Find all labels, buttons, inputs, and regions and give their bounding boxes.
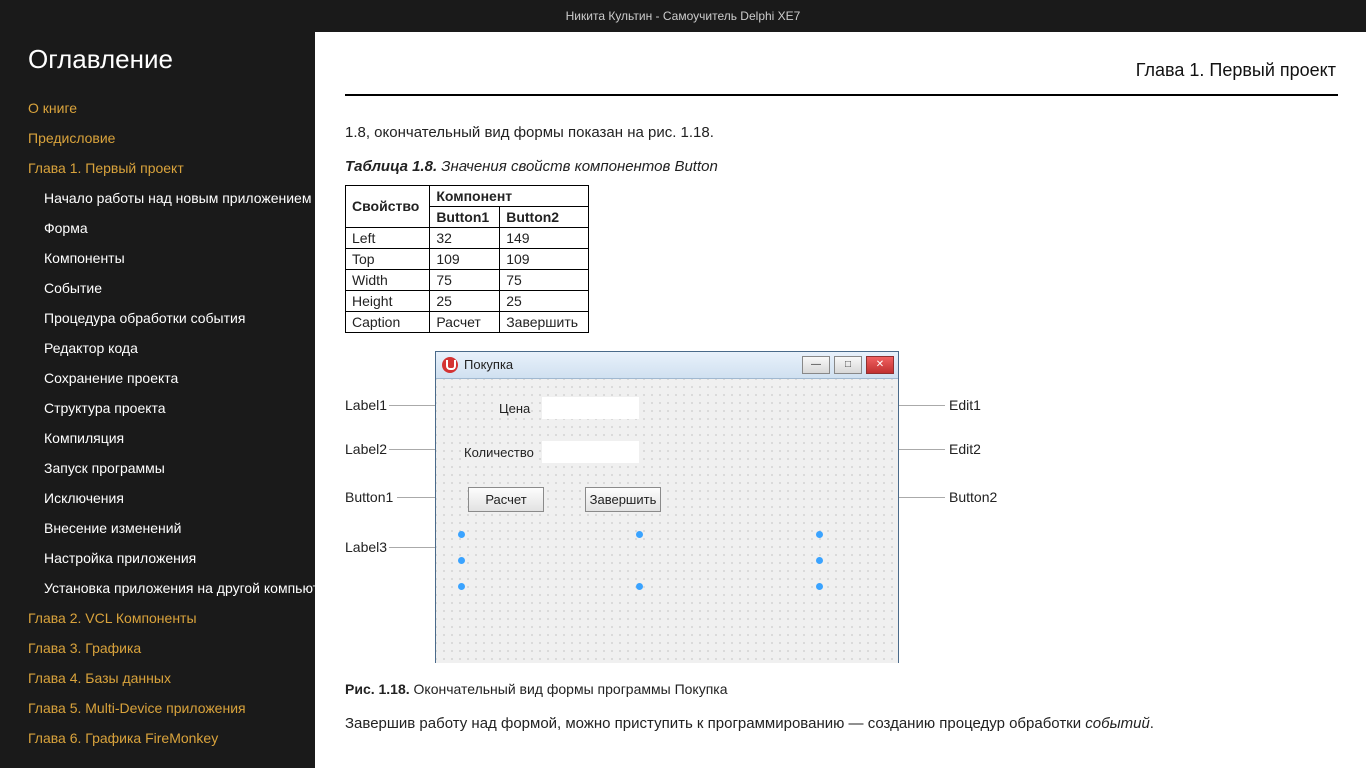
form-title: Покупка — [464, 357, 802, 372]
table-row: Height 25 25 — [346, 290, 589, 311]
th-button1: Button1 — [430, 206, 500, 227]
toc-sub-install[interactable]: Установка приложения на другой компьютер — [0, 573, 315, 603]
intro-paragraph: После того как на форму будут добавлены … — [345, 124, 1326, 144]
selection-handle — [458, 557, 465, 564]
toc-item-preface[interactable]: Предисловие — [0, 123, 315, 153]
toc-sub-editor[interactable]: Редактор кода — [0, 333, 315, 363]
toc-sub-exceptions[interactable]: Исключения — [0, 483, 315, 513]
toc-sub-run[interactable]: Запуск программы — [0, 453, 315, 483]
annot-label3: Label3 — [345, 539, 387, 555]
toc-sub-compile[interactable]: Компиляция — [0, 423, 315, 453]
selection-handle — [816, 583, 823, 590]
table-row: Top 109 109 — [346, 248, 589, 269]
properties-table: Свойство Компонент Button1 Button2 Left … — [345, 185, 589, 333]
annot-label2: Label2 — [345, 441, 387, 457]
cell: Top — [346, 248, 430, 269]
table-row: Width 75 75 — [346, 269, 589, 290]
outro-text-em: событий — [1085, 715, 1150, 732]
toc-sub-form[interactable]: Форма — [0, 213, 315, 243]
cell: 75 — [430, 269, 500, 290]
th-component: Компонент — [430, 185, 589, 206]
toc-item-ch6[interactable]: Глава 6. Графика FireMonkey — [0, 723, 315, 753]
header-divider — [345, 94, 1338, 96]
toc-sub-handler[interactable]: Процедура обработки события — [0, 303, 315, 333]
table-caption-number: Таблица 1.8. — [345, 158, 437, 175]
annot-edit2: Edit2 — [949, 441, 981, 457]
annot-label1: Label1 — [345, 397, 387, 413]
form-label-quantity: Количество — [464, 445, 534, 460]
toc-item-about[interactable]: О книге — [0, 93, 315, 123]
cell: 149 — [500, 227, 589, 248]
table-caption: Таблица 1.8. Значения свойств компоненто… — [345, 158, 1366, 175]
delphi-form-window: Покупка — □ ✕ Цена Количество Расчет — [435, 351, 899, 663]
form-label-price: Цена — [499, 401, 530, 416]
toc-item-ch5[interactable]: Глава 5. Multi-Device приложения — [0, 693, 315, 723]
page-body: После того как на форму будут добавлены … — [345, 124, 1366, 768]
annot-button2: Button2 — [949, 489, 997, 505]
selection-handle — [458, 531, 465, 538]
cell: Расчет — [430, 311, 500, 332]
form-titlebar: Покупка — □ ✕ — [436, 352, 898, 379]
cell: 25 — [430, 290, 500, 311]
cell: 109 — [500, 248, 589, 269]
selection-handle — [636, 531, 643, 538]
toc-sidebar: Оглавление О книге Предисловие Глава 1. … — [0, 32, 315, 768]
cell: 75 — [500, 269, 589, 290]
figure-1-18: Label1 Label2 Button1 Label3 Edit1 Edit2… — [345, 351, 1005, 671]
chapter-header: Глава 1. Первый проект — [1136, 60, 1336, 81]
toc-sub-components[interactable]: Компоненты — [0, 243, 315, 273]
table-row: Left 32 149 — [346, 227, 589, 248]
selection-handle — [816, 557, 823, 564]
table-row: Caption Расчет Завершить — [346, 311, 589, 332]
th-property: Свойство — [346, 185, 430, 227]
annot-edit1: Edit1 — [949, 397, 981, 413]
cell: Height — [346, 290, 430, 311]
window-buttons: — □ ✕ — [802, 356, 894, 374]
form-edit-quantity — [542, 441, 639, 463]
close-icon: ✕ — [866, 356, 894, 374]
toc-item-ch1[interactable]: Глава 1. Первый проект — [0, 153, 315, 183]
toc-item-ch2[interactable]: Глава 2. VCL Компоненты — [0, 603, 315, 633]
cell: 25 — [500, 290, 589, 311]
selection-handle — [636, 583, 643, 590]
outro-text-post: . — [1150, 715, 1154, 732]
figure-caption-number: Рис. 1.18. — [345, 681, 410, 697]
cell: Caption — [346, 311, 430, 332]
cell: Завершить — [500, 311, 589, 332]
toc-item-ch3[interactable]: Глава 3. Графика — [0, 633, 315, 663]
app-icon — [442, 357, 458, 373]
form-designer-canvas: Цена Количество Расчет Завершить — [436, 379, 898, 663]
form-button-calc: Расчет — [468, 487, 544, 512]
form-button-close: Завершить — [585, 487, 661, 512]
cell: Width — [346, 269, 430, 290]
th-button2: Button2 — [500, 206, 589, 227]
toc-sub-start[interactable]: Начало работы над новым приложением — [0, 183, 315, 213]
form-edit-price — [542, 397, 639, 419]
outro-paragraph: Завершив работу над формой, можно присту… — [345, 713, 1326, 735]
app-root: Оглавление О книге Предисловие Глава 1. … — [0, 32, 1366, 768]
selection-handle — [816, 531, 823, 538]
toc-item-ch4[interactable]: Глава 4. Базы данных — [0, 663, 315, 693]
toc-sub-event[interactable]: Событие — [0, 273, 315, 303]
annot-button1: Button1 — [345, 489, 393, 505]
toc-sub-settings[interactable]: Настройка приложения — [0, 543, 315, 573]
cell: 109 — [430, 248, 500, 269]
content-area[interactable]: Глава 1. Первый проект После того как на… — [315, 32, 1366, 768]
cell: 32 — [430, 227, 500, 248]
minimize-icon: — — [802, 356, 830, 374]
window-title: Никита Культин - Самоучитель Delphi XE7 — [0, 0, 1366, 32]
toc-sub-structure[interactable]: Структура проекта — [0, 393, 315, 423]
outro-text-pre: Завершив работу над формой, можно присту… — [345, 715, 1085, 732]
cell: Left — [346, 227, 430, 248]
toc-sub-changes[interactable]: Внесение изменений — [0, 513, 315, 543]
selection-handle — [458, 583, 465, 590]
toc-sub-save[interactable]: Сохранение проекта — [0, 363, 315, 393]
maximize-icon: □ — [834, 356, 862, 374]
figure-caption-text: Окончательный вид формы программы Покупк… — [410, 681, 728, 697]
toc-heading: Оглавление — [28, 44, 315, 75]
table-caption-text: Значения свойств компонентов Button — [437, 158, 718, 175]
figure-caption: Рис. 1.18. Окончательный вид формы прогр… — [345, 681, 1366, 697]
